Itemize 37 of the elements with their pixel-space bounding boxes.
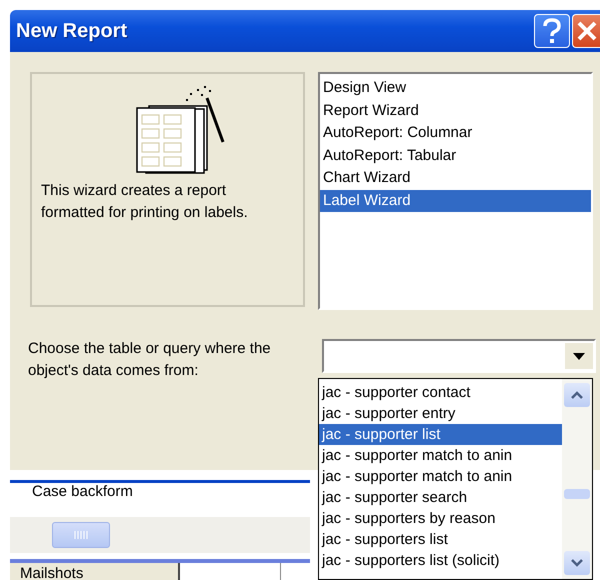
chevron-up-icon (571, 391, 583, 399)
list-item[interactable]: jac - supporter match to anin (319, 466, 562, 487)
help-icon (541, 18, 563, 44)
report-type-list[interactable]: Design View Report Wizard AutoReport: Columnar AutoReport: Tabular Chart Wizard Label Wizard (318, 72, 593, 310)
window-title: New Report (16, 20, 128, 42)
list-item[interactable]: jac - supporter entry (319, 403, 562, 424)
source-combobox[interactable] (322, 339, 596, 373)
scroll-thumb[interactable] (564, 489, 590, 499)
scroll-thumb[interactable] (52, 522, 110, 548)
grip-icon (74, 531, 88, 539)
dropdown-button[interactable] (565, 343, 593, 369)
list-item[interactable]: Design View (320, 77, 591, 100)
list-item[interactable]: AutoReport: Tabular (320, 144, 591, 167)
horizontal-scrollbar[interactable] (10, 517, 310, 553)
vertical-scrollbar[interactable] (562, 379, 592, 579)
list-item[interactable]: AutoReport: Columnar (320, 122, 591, 144)
list-item[interactable]: jac - supporter list (319, 424, 562, 445)
description-text: This wizard creates a report formatted for printing on labels. (40, 181, 249, 223)
list-item[interactable]: jac - supporter contact (319, 382, 562, 403)
close-icon (576, 20, 598, 42)
list-item[interactable]: jac - supporters by reason (319, 508, 562, 529)
scroll-down-button[interactable] (564, 551, 590, 575)
scroll-up-button[interactable] (564, 383, 590, 407)
list-item[interactable]: Label Wizard (320, 190, 591, 212)
object-tab[interactable]: Mailshots (10, 563, 180, 580)
list-item[interactable]: jac - supporters list (319, 529, 562, 550)
list-item[interactable]: jac - supporters list (solicit) (319, 550, 562, 571)
source-label: Choose the table or query where the object's data comes from: (28, 339, 272, 381)
close-button[interactable] (572, 14, 600, 48)
caret-icon (573, 352, 585, 360)
list-item[interactable]: jac - supporter search (319, 487, 562, 508)
list-item[interactable]: Report Wizard (320, 100, 591, 122)
help-button[interactable] (534, 14, 570, 48)
chevron-down-icon (571, 559, 583, 567)
list-item: Case backform (32, 483, 133, 500)
list-item[interactable]: Chart Wizard (320, 167, 591, 190)
list-item[interactable]: jac - supporter match to anin (319, 445, 562, 466)
